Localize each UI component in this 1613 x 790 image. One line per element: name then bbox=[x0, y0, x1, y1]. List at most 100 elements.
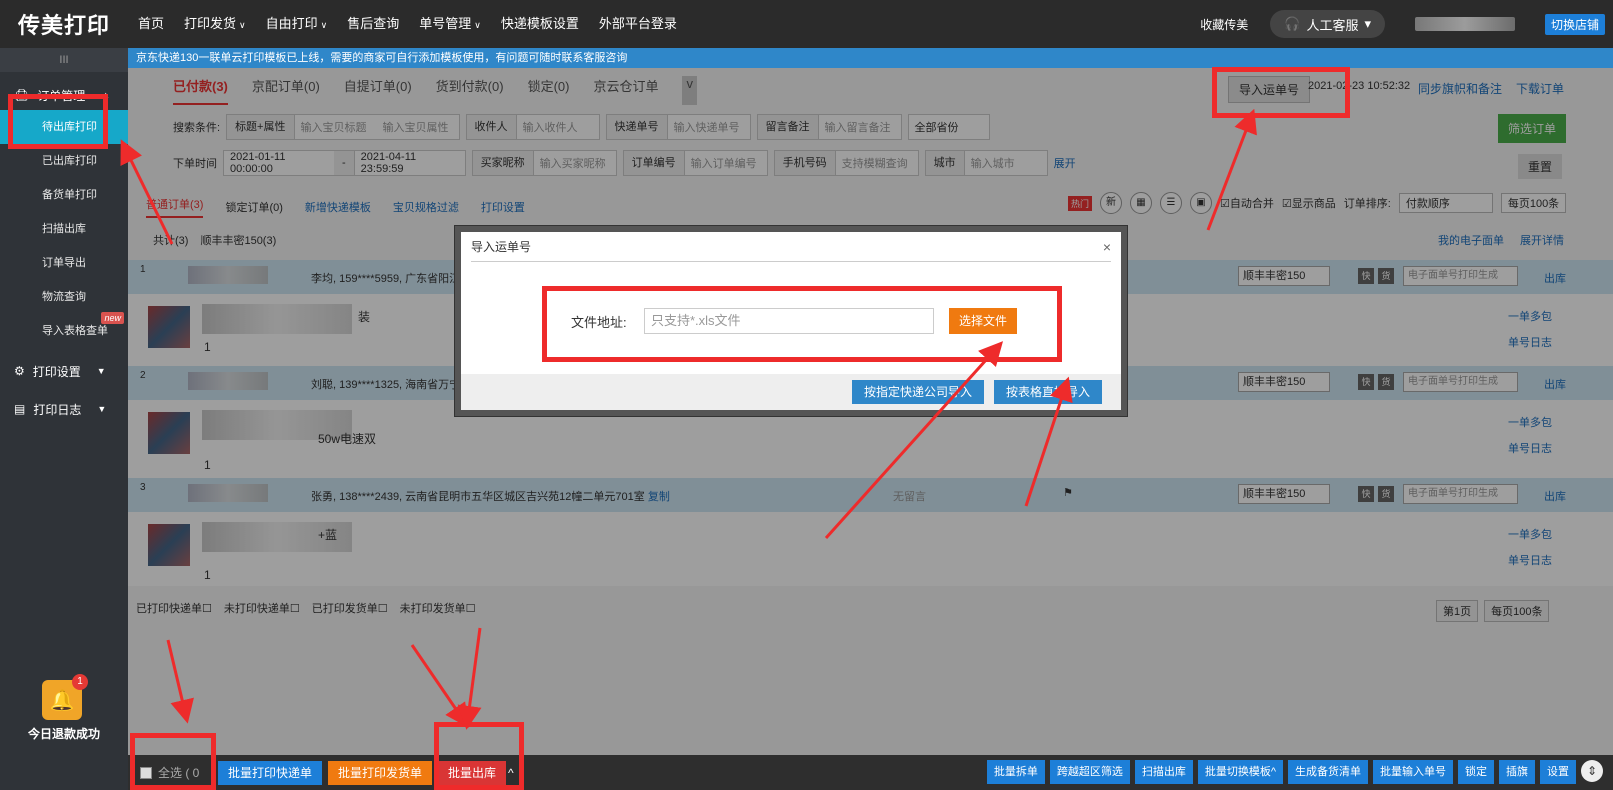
batch-out-button[interactable]: 批量出库 bbox=[438, 760, 507, 785]
nav-waybill-manage[interactable]: 单号管理 ∨ bbox=[409, 0, 491, 48]
receiver-input[interactable]: 输入收件人 bbox=[517, 119, 599, 135]
tab-normal-orders[interactable]: 普通订单(3) bbox=[146, 196, 204, 218]
pager-per-page-select[interactable]: 每页100条 bbox=[1484, 600, 1550, 622]
time-start-input[interactable]: 2021-01-11 00:00:00 bbox=[224, 151, 334, 175]
express-select[interactable]: 顺丰丰密150 bbox=[1238, 372, 1330, 392]
flag-button[interactable]: 插旗 bbox=[1499, 760, 1535, 784]
ebill-input[interactable]: 电子面单号打印生成 bbox=[1403, 484, 1518, 504]
sort-select[interactable]: 付款顺序 bbox=[1398, 193, 1493, 213]
sidebar-item-pending-print[interactable]: 待出库打印 bbox=[0, 110, 128, 144]
sidebar-group-print-log[interactable]: ▤ 打印日志 ▼ bbox=[0, 394, 128, 424]
scroll-toggle-icon[interactable]: ⇕ bbox=[1581, 760, 1603, 782]
express-no-input[interactable]: 输入快递单号 bbox=[668, 119, 750, 135]
attr-input[interactable]: 输入宝贝属性 bbox=[377, 119, 459, 135]
import-by-express-button[interactable]: 按指定快递公司导入 bbox=[852, 380, 985, 404]
fast-tag[interactable]: 快 bbox=[1358, 268, 1374, 284]
express-select[interactable]: 顺丰丰密150 bbox=[1238, 266, 1330, 286]
out-link[interactable]: 出库 bbox=[1544, 376, 1566, 392]
sidebar-group-orders[interactable]: 🖨 订单管理 ▲ bbox=[0, 80, 128, 110]
province-select[interactable]: 全部省份 bbox=[907, 114, 990, 140]
per-page-select[interactable]: 每页100条 bbox=[1500, 193, 1567, 213]
batch-print-express-button[interactable]: 批量打印快递单 bbox=[218, 760, 323, 785]
file-path-input[interactable]: 只支持*.xls文件 bbox=[644, 308, 934, 334]
filter-unprinted-delivery[interactable]: 未打印发货单☐ bbox=[400, 600, 476, 616]
support-button[interactable]: 🎧 人工客服 ▾ bbox=[1270, 10, 1385, 38]
tab-locked[interactable]: 锁定(0) bbox=[528, 76, 570, 105]
select-all[interactable]: 全选 ( 0 bbox=[128, 764, 218, 781]
generate-stock-list-button[interactable]: 生成备货清单 bbox=[1288, 760, 1368, 784]
batch-switch-template-button[interactable]: 批量切换模板^ bbox=[1197, 760, 1283, 784]
express-select[interactable]: 顺丰丰密150 bbox=[1238, 484, 1330, 504]
flag-icon[interactable]: ⚑ bbox=[1063, 486, 1073, 499]
remark-input[interactable]: 输入留言备注 bbox=[819, 119, 901, 135]
multi-package-link[interactable]: 一单多包 bbox=[1508, 410, 1552, 436]
print-settings-link[interactable]: 打印设置 bbox=[481, 199, 525, 215]
tab-jd-delivery[interactable]: 京配订单(0) bbox=[252, 76, 320, 105]
filter-unprinted-express[interactable]: 未打印快递单☐ bbox=[224, 600, 300, 616]
bell-icon[interactable]: 🔔 1 bbox=[42, 674, 88, 720]
sidebar-item-order-export[interactable]: 订单导出 bbox=[0, 246, 128, 280]
batch-print-delivery-button[interactable]: 批量打印发货单 bbox=[328, 760, 433, 785]
ebill-input[interactable]: 电子面单号打印生成 bbox=[1403, 372, 1518, 392]
add-template-link[interactable]: 新增快递模板 bbox=[305, 199, 371, 215]
tile-view-icon[interactable]: ▣ bbox=[1190, 192, 1213, 214]
select-all-checkbox[interactable] bbox=[140, 766, 152, 779]
list-view-icon[interactable]: ☰ bbox=[1160, 192, 1183, 214]
order-no-input[interactable]: 输入订单编号 bbox=[685, 155, 767, 171]
batch-input-waybill-button[interactable]: 批量输入单号 bbox=[1373, 760, 1453, 784]
new-view-button[interactable]: 新 bbox=[1100, 192, 1123, 214]
show-goods-checkbox[interactable]: ☑显示商品 bbox=[1282, 195, 1336, 211]
kuayue-filter-button[interactable]: 跨越超区筛选 bbox=[1049, 760, 1130, 784]
filter-printed-express[interactable]: 已打印快递单☐ bbox=[136, 600, 212, 616]
order-time-label[interactable]: 下单时间 bbox=[173, 155, 217, 171]
filter-orders-button[interactable]: 筛选订单 bbox=[1498, 114, 1567, 143]
import-waybill-button[interactable]: 导入运单号 bbox=[1228, 76, 1311, 103]
choose-file-button[interactable]: 选择文件 bbox=[949, 308, 1018, 334]
nav-external-login[interactable]: 外部平台登录 bbox=[589, 0, 687, 48]
my-ebill-link[interactable]: 我的电子面单 bbox=[1438, 232, 1504, 248]
sync-flags-link[interactable]: 同步旗帜和备注 bbox=[1418, 80, 1502, 97]
expand-link[interactable]: 展开 bbox=[1054, 155, 1076, 171]
city-input[interactable]: 输入城市 bbox=[965, 155, 1047, 171]
expand-detail-link[interactable]: 展开详情 bbox=[1520, 232, 1564, 248]
goods-tag[interactable]: 货 bbox=[1378, 374, 1394, 390]
waybill-log-link[interactable]: 单号日志 bbox=[1508, 330, 1552, 356]
sidebar-item-logistics[interactable]: 物流查询 bbox=[0, 280, 128, 314]
sidebar-item-shipped-print[interactable]: 已出库打印 bbox=[0, 144, 128, 178]
multi-package-link[interactable]: 一单多包 bbox=[1508, 522, 1552, 548]
nav-print-ship[interactable]: 打印发货 ∨ bbox=[174, 0, 256, 48]
close-icon[interactable]: × bbox=[1103, 239, 1111, 255]
sidebar-group-print-settings[interactable]: ⚙ 打印设置 ▼ bbox=[0, 356, 128, 386]
download-orders-link[interactable]: 下载订单 bbox=[1516, 80, 1564, 97]
spec-filter-link[interactable]: 宝贝规格过滤 bbox=[393, 199, 459, 215]
search-cond-select[interactable]: 标题+属性 bbox=[227, 115, 295, 139]
import-by-table-button[interactable]: 按表格直接导入 bbox=[994, 380, 1103, 404]
nav-free-print[interactable]: 自由打印 ∨ bbox=[256, 0, 338, 48]
tab-jd-cloud[interactable]: 京云仓订单 bbox=[593, 76, 658, 105]
copy-link[interactable]: 复制 bbox=[648, 491, 670, 503]
switch-shop-button[interactable]: 切换店铺 bbox=[1544, 13, 1605, 35]
goods-tag[interactable]: 货 bbox=[1378, 268, 1394, 284]
tab-more-button[interactable]: v bbox=[682, 76, 697, 105]
nav-template-settings[interactable]: 快递模板设置 bbox=[491, 0, 589, 48]
reset-button[interactable]: 重置 bbox=[1518, 154, 1563, 179]
sidebar-collapse[interactable]: III bbox=[0, 48, 128, 72]
ebill-input[interactable]: 电子面单号打印生成 bbox=[1403, 266, 1518, 286]
batch-split-button[interactable]: 批量拆单 bbox=[986, 760, 1045, 784]
time-end-input[interactable]: 2021-04-11 23:59:59 bbox=[355, 151, 465, 175]
settings-button[interactable]: 设置 bbox=[1540, 760, 1576, 784]
favorite-link[interactable]: 收藏传美 bbox=[1200, 16, 1248, 33]
tab-self-pickup[interactable]: 自提订单(0) bbox=[344, 76, 412, 105]
lock-button[interactable]: 锁定 bbox=[1458, 760, 1494, 784]
tab-cod[interactable]: 货到付款(0) bbox=[436, 76, 504, 105]
page-select[interactable]: 第1页 bbox=[1436, 600, 1479, 622]
filter-printed-delivery[interactable]: 已打印发货单☐ bbox=[312, 600, 388, 616]
grid-view-icon[interactable]: ▦ bbox=[1130, 192, 1153, 214]
caret-up-icon[interactable]: ^ bbox=[508, 766, 514, 780]
multi-package-link[interactable]: 一单多包 bbox=[1508, 304, 1552, 330]
nav-home[interactable]: 首页 bbox=[128, 0, 174, 48]
tab-locked-orders[interactable]: 锁定订单(0) bbox=[225, 199, 282, 215]
sidebar-item-scan-out[interactable]: 扫描出库 bbox=[0, 212, 128, 246]
phone-input[interactable]: 支持模糊查询 bbox=[836, 155, 918, 171]
nav-aftersale[interactable]: 售后查询 bbox=[337, 0, 409, 48]
